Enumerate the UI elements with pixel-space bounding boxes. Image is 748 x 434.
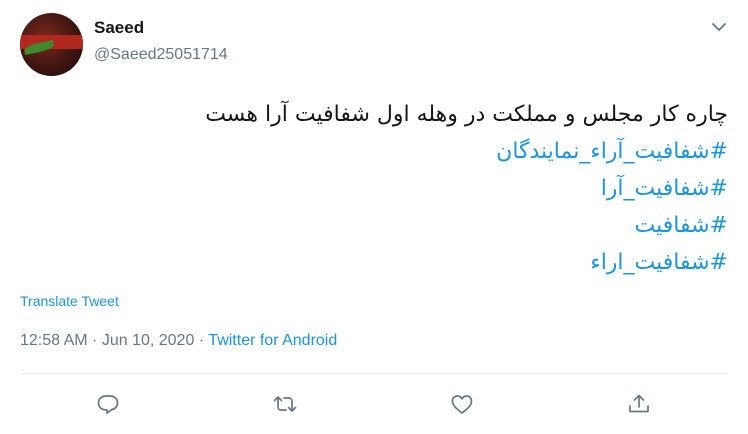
share-icon[interactable] [626, 392, 652, 416]
hashtag-link[interactable]: #شفافیت_آراء_نمایندگان [28, 133, 728, 170]
retweet-icon[interactable] [272, 392, 298, 416]
tweet-source[interactable]: Twitter for Android [208, 332, 337, 349]
user-handle[interactable]: @Saeed25051714 [94, 46, 228, 64]
avatar[interactable] [20, 13, 83, 76]
hashtag-link[interactable]: #شفافیت_آرا [28, 170, 728, 207]
hashtag-link[interactable]: #شفافیت_اراء [28, 244, 728, 281]
divider [20, 373, 728, 374]
tweet-text-line: چاره کار مجلس و مملکت در وهله اول شفافیت… [205, 102, 728, 127]
tweet-date[interactable]: Jun 10, 2020 [102, 332, 195, 349]
translate-tweet-link[interactable]: Translate Tweet [20, 293, 119, 309]
tweet-text: چاره کار مجلس و مملکت در وهله اول شفافیت… [28, 96, 728, 281]
like-icon[interactable] [449, 392, 475, 416]
meta-separator: · [87, 332, 102, 349]
user-name[interactable]: Saeed [94, 18, 144, 38]
tweet-meta: 12:58 AM · Jun 10, 2020 · Twitter for An… [20, 332, 337, 350]
meta-separator: · [194, 332, 209, 349]
chevron-down-icon[interactable] [708, 16, 730, 38]
reply-icon[interactable] [95, 392, 121, 416]
hashtag-link[interactable]: #شفافیت [28, 207, 728, 244]
tweet-time[interactable]: 12:58 AM [20, 332, 88, 349]
tweet-card: Saeed @Saeed25051714 چاره کار مجلس و ممل… [0, 0, 748, 434]
